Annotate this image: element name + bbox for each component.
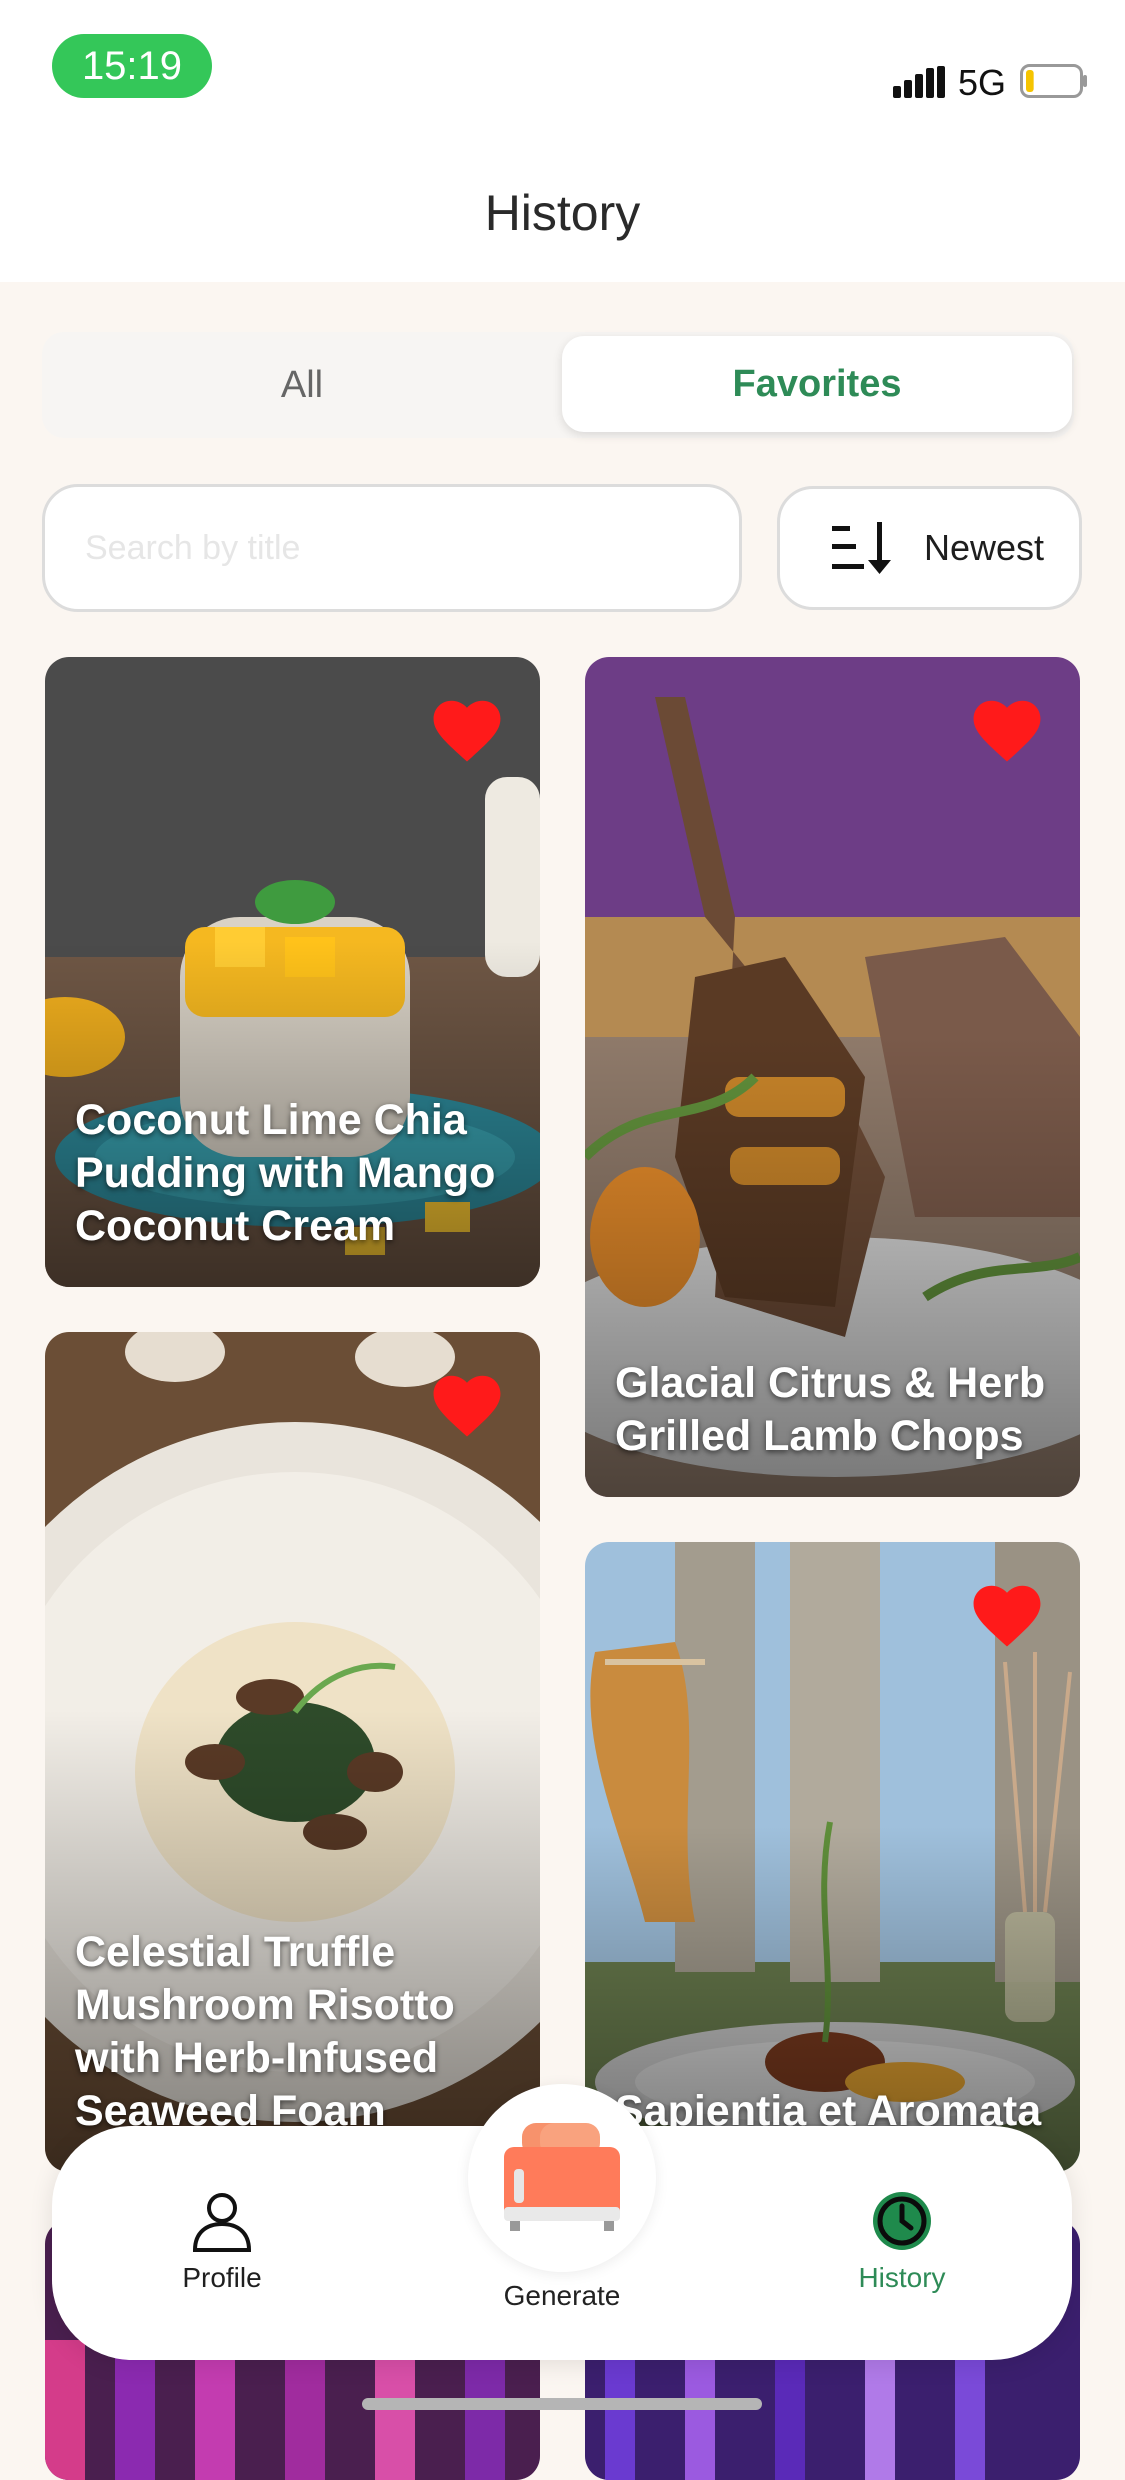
recipe-card[interactable]: Celestial Truffle Mushroom Risotto with … bbox=[45, 1332, 540, 2172]
nav-profile[interactable]: Profile bbox=[122, 2188, 322, 2294]
recipe-card[interactable]: Sapientia et Aromata bbox=[585, 1542, 1080, 2172]
tab-favorites[interactable]: Favorites bbox=[562, 336, 1072, 432]
page-title: History bbox=[484, 185, 641, 241]
recipe-card[interactable]: Glacial Citrus & Herb Grilled Lamb Chops bbox=[585, 657, 1080, 1497]
history-icon bbox=[873, 2192, 931, 2250]
tab-all[interactable]: All bbox=[42, 332, 562, 438]
status-time: 15:19 bbox=[52, 34, 212, 98]
header: History bbox=[0, 140, 1125, 282]
toaster-icon bbox=[504, 2123, 620, 2231]
heart-icon[interactable] bbox=[432, 699, 502, 763]
search-input[interactable] bbox=[42, 484, 742, 612]
nav-profile-label: Profile bbox=[182, 2262, 262, 2293]
status-bar: 15:19 5G bbox=[0, 0, 1125, 140]
home-indicator bbox=[362, 2398, 762, 2410]
signal-icon bbox=[893, 66, 945, 98]
sort-button[interactable]: Newest bbox=[777, 486, 1082, 610]
heart-icon[interactable] bbox=[972, 699, 1042, 763]
heart-icon[interactable] bbox=[972, 1584, 1042, 1648]
recipe-title: Coconut Lime Chia Pudding with Mango Coc… bbox=[75, 1096, 496, 1250]
network-type: 5G bbox=[958, 62, 1007, 103]
heart-icon[interactable] bbox=[432, 1374, 502, 1438]
nav-history[interactable]: History bbox=[802, 2188, 1002, 2294]
recipe-title: Celestial Truffle Mushroom Risotto with … bbox=[75, 1928, 455, 2135]
sort-descending-icon bbox=[832, 522, 891, 574]
sort-label: Newest bbox=[924, 527, 1045, 568]
filter-segmented-control: All Favorites bbox=[42, 332, 1074, 438]
generate-label: Generate bbox=[503, 2280, 621, 2311]
generate-button[interactable] bbox=[468, 2084, 656, 2272]
nav-history-label: History bbox=[858, 2262, 946, 2293]
profile-icon bbox=[192, 2193, 252, 2252]
recipe-card[interactable]: Coconut Lime Chia Pudding with Mango Coc… bbox=[45, 657, 540, 1287]
battery-icon bbox=[1020, 64, 1087, 98]
recipe-title: Glacial Citrus & Herb Grilled Lamb Chops bbox=[615, 1359, 1046, 1460]
